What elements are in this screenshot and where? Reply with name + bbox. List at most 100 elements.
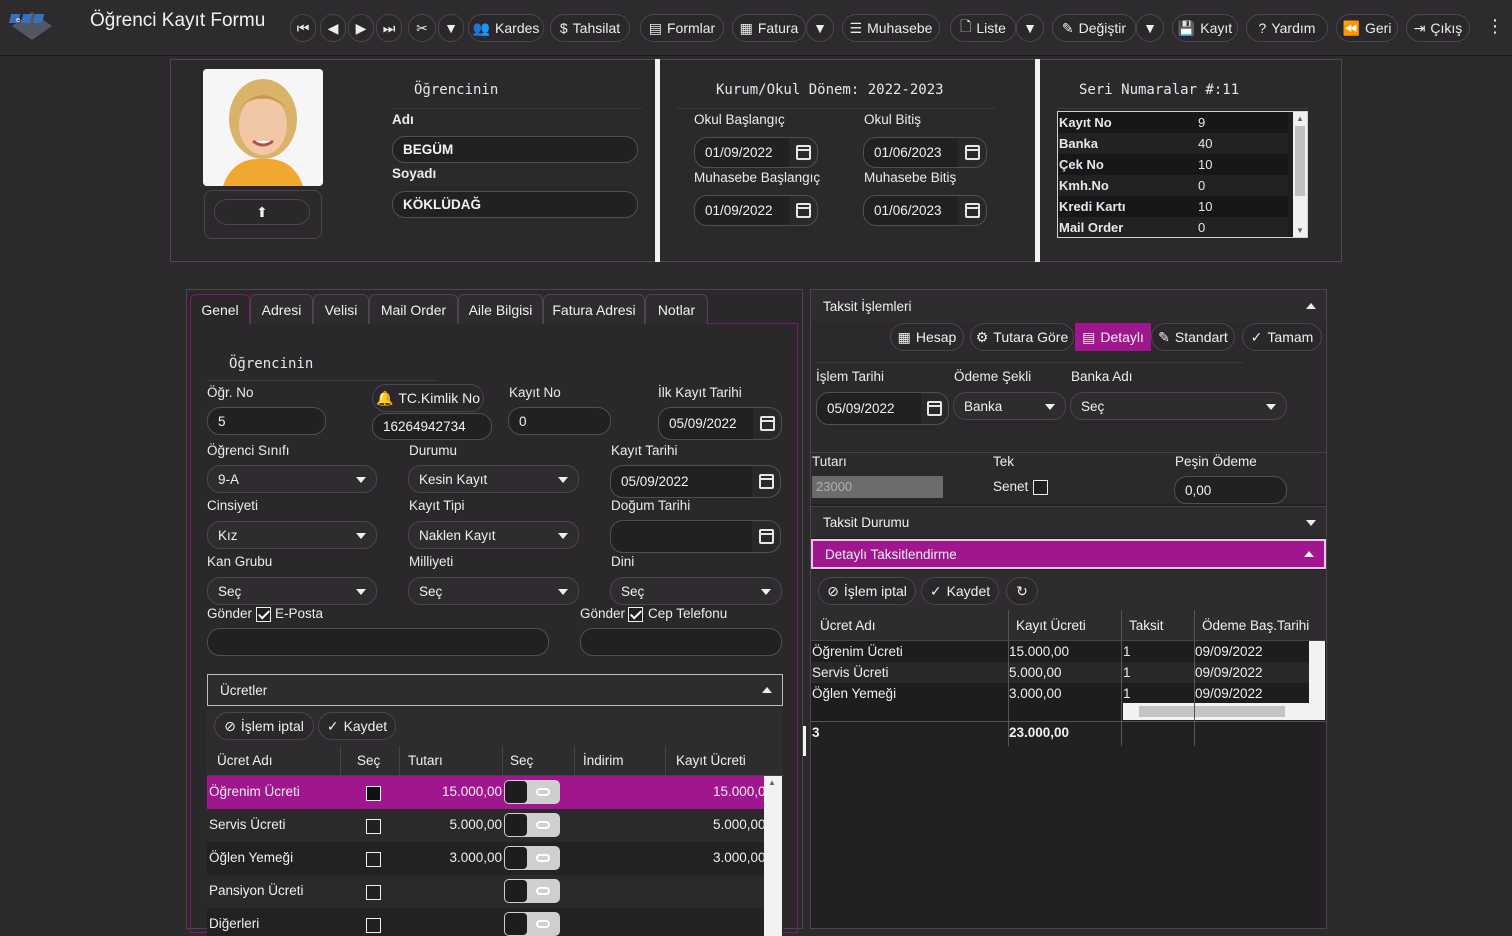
kayit-button[interactable]: 💾 Kayıt bbox=[1172, 14, 1238, 42]
scrollbar-thumb[interactable] bbox=[1139, 706, 1285, 717]
fees-column-header[interactable]: Seç bbox=[357, 753, 380, 768]
fees-column-header[interactable]: Seç bbox=[510, 753, 533, 768]
cinsiyet-select[interactable]: Kız bbox=[207, 521, 377, 549]
installment-header[interactable]: Taksit İşlemleri bbox=[811, 290, 1326, 322]
ogr-no-input[interactable]: 5 bbox=[207, 407, 326, 435]
yardim-button[interactable]: ? Yardım bbox=[1246, 14, 1328, 42]
table-row[interactable]: Öğlen Yemeği 3.000,00 1 09/09/2022 bbox=[811, 683, 1309, 704]
fees-scrollbar[interactable]: ▲ bbox=[764, 776, 782, 936]
ilk-kayit-calendar-button[interactable] bbox=[753, 407, 782, 440]
fee-select-checkbox[interactable] bbox=[366, 819, 381, 834]
send-email-checkbox[interactable] bbox=[256, 607, 271, 622]
detail-save-button[interactable]: ✓ Kaydet bbox=[921, 577, 999, 605]
installment-column-header[interactable]: Ödeme Baş.Tarihi bbox=[1202, 618, 1309, 633]
fees-save-button[interactable]: ✓ Kaydet bbox=[318, 712, 396, 740]
table-row[interactable]: Pansiyon Ücreti bbox=[207, 875, 764, 908]
acc-end-calendar-button[interactable] bbox=[958, 195, 987, 226]
school-end-input[interactable]: 01/06/2023 bbox=[863, 137, 959, 168]
pesin-input[interactable]: 0,00 bbox=[1174, 476, 1287, 504]
scroll-up-icon[interactable]: ▲ bbox=[1296, 114, 1304, 123]
refresh-button[interactable]: ↻ bbox=[1006, 577, 1038, 605]
tc-kimlik-button[interactable]: 🔔 TC.Kimlik No bbox=[372, 384, 484, 412]
tc-no-input[interactable]: 16264942734 bbox=[372, 413, 492, 440]
tutara-gore-button[interactable]: ⚙ Tutara Göre bbox=[970, 323, 1074, 351]
table-row[interactable]: Öğrenim Ücreti 15.000,00 1 09/09/2022 bbox=[811, 641, 1309, 662]
taksit-durumu-header[interactable]: Taksit Durumu bbox=[811, 506, 1326, 538]
tahsilat-button[interactable]: $ Tahsilat bbox=[550, 14, 630, 42]
dogum-input[interactable] bbox=[610, 520, 753, 553]
scrollbar-thumb[interactable] bbox=[1295, 126, 1305, 196]
tab-2[interactable]: Velisi bbox=[313, 294, 369, 324]
email-field[interactable] bbox=[207, 628, 549, 656]
detayli-taksit-header[interactable]: Detaylı Taksitlendirme bbox=[811, 539, 1326, 569]
discount-toggle[interactable] bbox=[504, 912, 560, 936]
sinif-select[interactable]: 9-A bbox=[207, 465, 377, 493]
standart-button[interactable]: ✎ Standart bbox=[1151, 323, 1235, 351]
tab-1[interactable]: Adresi bbox=[250, 294, 313, 324]
name-input[interactable]: BEGÜM bbox=[392, 136, 638, 163]
splitter-handle[interactable] bbox=[803, 726, 806, 756]
din-select[interactable]: Seç bbox=[610, 577, 782, 605]
liste-dropdown-button[interactable]: ▼ bbox=[1016, 14, 1044, 42]
acc-start-input[interactable]: 01/09/2022 bbox=[694, 195, 790, 226]
ilk-kayit-input[interactable]: 05/09/2022 bbox=[658, 407, 754, 440]
table-row[interactable]: Öğrenim Ücreti 15.000,00 15.000,00 bbox=[207, 776, 773, 809]
installment-column-header[interactable]: Kayıt Ücreti bbox=[1016, 618, 1086, 633]
first-record-button[interactable]: ⏮ bbox=[290, 14, 316, 42]
table-row[interactable]: Servis Ücreti 5.000,00 5.000,00 bbox=[207, 809, 766, 842]
dogum-calendar-button[interactable] bbox=[752, 520, 781, 553]
phone-field[interactable] bbox=[580, 628, 782, 656]
installment-column-header[interactable]: Taksit bbox=[1129, 618, 1164, 633]
liste-button[interactable]: 🗋 Liste bbox=[950, 14, 1016, 42]
tab-5[interactable]: Fatura Adresi bbox=[543, 294, 645, 324]
fees-column-header[interactable]: İndirim bbox=[583, 753, 624, 768]
more-menu-icon[interactable]: ⋮ bbox=[1486, 16, 1504, 37]
table-row[interactable]: Öğlen Yemeği 3.000,00 3.000,00 bbox=[207, 842, 766, 875]
detayli-button[interactable]: ▤ Detaylı bbox=[1075, 323, 1151, 351]
tab-0[interactable]: Genel bbox=[190, 294, 250, 324]
discount-toggle[interactable] bbox=[504, 780, 560, 804]
discount-toggle[interactable] bbox=[504, 879, 560, 903]
fees-column-header[interactable]: Tutarı bbox=[408, 753, 443, 768]
kayit-tarihi-input[interactable]: 05/09/2022 bbox=[610, 465, 753, 498]
islem-tarihi-calendar-button[interactable] bbox=[921, 392, 949, 425]
installment-hscrollbar[interactable] bbox=[1123, 703, 1325, 720]
kayit-tarihi-calendar-button[interactable] bbox=[752, 465, 781, 498]
tab-3[interactable]: Mail Order bbox=[369, 294, 458, 324]
discount-toggle[interactable] bbox=[504, 813, 560, 837]
senet-checkbox[interactable] bbox=[1033, 480, 1048, 495]
degistir-button[interactable]: ✎ Değiştir bbox=[1052, 14, 1136, 42]
surname-input[interactable]: KÖKLÜDAĞ bbox=[392, 191, 638, 218]
scroll-up-icon[interactable]: ▲ bbox=[768, 778, 776, 787]
prev-record-button[interactable]: ◀ bbox=[320, 14, 346, 42]
tab-6[interactable]: Notlar bbox=[645, 294, 708, 324]
installment-column-header[interactable]: Ücret Adı bbox=[820, 618, 876, 633]
kayit-tipi-select[interactable]: Naklen Kayıt bbox=[408, 521, 579, 549]
degistir-dropdown-button[interactable]: ▼ bbox=[1136, 14, 1164, 42]
tamam-button[interactable]: ✓ Tamam bbox=[1242, 323, 1322, 351]
fatura-button[interactable]: ▦ Fatura bbox=[732, 14, 806, 42]
fee-select-checkbox[interactable] bbox=[366, 852, 381, 867]
scroll-down-icon[interactable]: ▼ bbox=[1296, 226, 1304, 235]
banka-select[interactable]: Seç bbox=[1070, 392, 1287, 420]
school-start-calendar-button[interactable] bbox=[789, 137, 818, 168]
kan-select[interactable]: Seç bbox=[207, 577, 377, 605]
installment-vscrollbar[interactable] bbox=[1309, 641, 1325, 703]
fees-column-header[interactable]: Kayıt Ücreti bbox=[676, 753, 746, 768]
fees-column-header[interactable]: Ücret Adı bbox=[217, 753, 273, 768]
last-record-button[interactable]: ⏭ bbox=[376, 14, 402, 42]
serials-scrollbar[interactable]: ▲ ▼ bbox=[1293, 112, 1307, 237]
acc-start-calendar-button[interactable] bbox=[789, 195, 818, 226]
fee-select-checkbox[interactable] bbox=[366, 885, 381, 900]
send-sms-checkbox[interactable] bbox=[628, 607, 643, 622]
fees-cancel-button[interactable]: ⊘ İşlem iptal bbox=[214, 712, 314, 740]
cikis-button[interactable]: ⇥ Çıkış bbox=[1406, 14, 1470, 42]
muhasebe-button[interactable]: ☰ Muhasebe bbox=[842, 14, 940, 42]
fatura-dropdown-button[interactable]: ▼ bbox=[806, 14, 834, 42]
hesap-button[interactable]: ▦ Hesap bbox=[890, 323, 964, 351]
upload-photo-button[interactable]: ⬆ bbox=[214, 199, 310, 225]
kayit-no-input[interactable]: 0 bbox=[508, 407, 611, 435]
discount-toggle[interactable] bbox=[504, 846, 560, 870]
fee-select-checkbox[interactable] bbox=[366, 786, 381, 801]
tools-button[interactable]: ✂ bbox=[408, 14, 436, 42]
